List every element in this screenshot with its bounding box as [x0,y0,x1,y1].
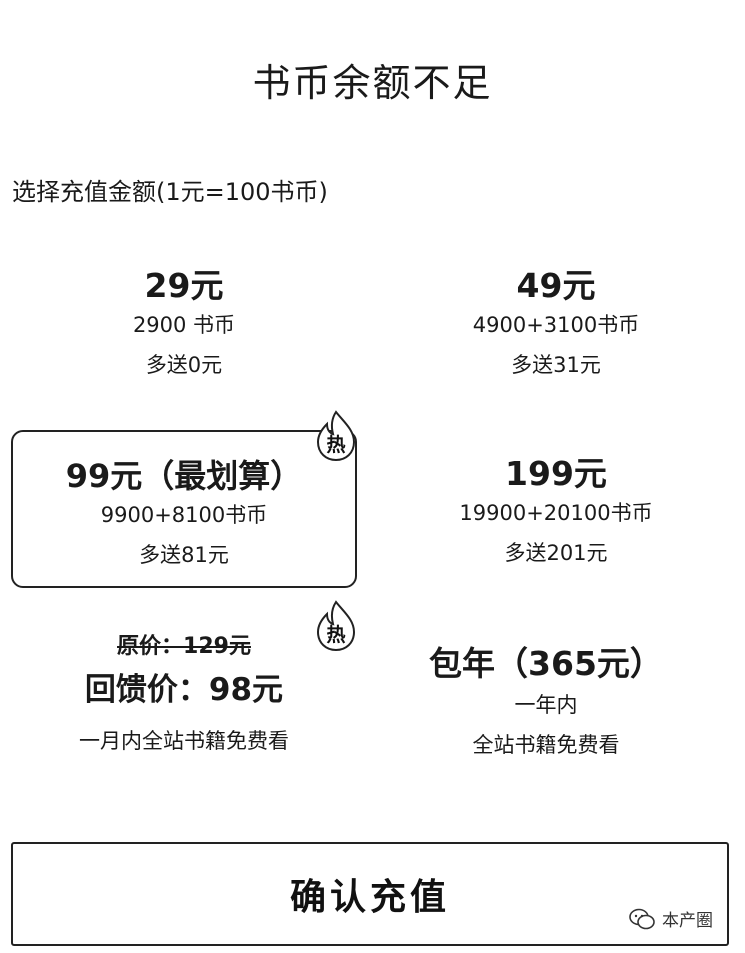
hot-label: 热 [326,623,345,646]
hot-label: 热 [326,433,345,456]
option-price: 199元 [505,454,607,493]
original-price: 原价：129元 [117,634,251,659]
option-bonus: 多送81元 [139,543,229,567]
option-line1: 一年内 [514,693,578,717]
recharge-option-199[interactable]: 199元 19900+20100书币 多送201元 [383,430,729,588]
recharge-option-29[interactable]: 29元 2900 书币 多送0元 [11,258,357,416]
page-title: 书币余额不足 [252,61,493,105]
option-price: 29元 [144,266,224,305]
confirm-recharge-button[interactable]: 确认充值 [11,842,729,946]
recharge-amount-prompt: 选择充值金额(1元=100书币) [12,178,328,206]
option-price: 包年（365元） [429,644,663,683]
option-line2: 全站书籍免费看 [472,733,620,757]
recharge-option-99[interactable]: 99元（最划算） 9900+8100书币 多送81元 [11,430,357,588]
watermark-text: 本产圈 [662,911,713,931]
option-coins: 4900+3100书币 [472,313,640,337]
option-description: 一月内全站书籍免费看 [79,729,289,753]
recharge-option-monthly[interactable]: 原价：129元 回馈价：98元 一月内全站书籍免费看 [11,632,357,790]
option-bonus: 多送201元 [504,541,608,565]
sale-price: 回馈价：98元 [84,672,284,708]
option-bonus: 多送0元 [145,353,223,377]
wechat-icon [629,908,655,929]
recharge-option-49[interactable]: 49元 4900+3100书币 多送31元 [383,258,729,416]
option-bonus: 多送31元 [511,353,601,377]
fire-hot-icon: 热 [316,600,356,652]
option-coins: 19900+20100书币 [459,501,653,525]
watermark: 本产圈 [628,906,713,931]
fire-hot-icon: 热 [316,410,356,462]
option-coins: 2900 书币 [132,313,236,337]
option-coins: 9900+8100书币 [100,503,268,527]
option-price: 49元 [516,266,596,305]
option-price: 99元（最划算） [65,457,303,495]
recharge-option-yearly[interactable]: 包年（365元） 一年内 全站书籍免费看 [373,644,719,802]
